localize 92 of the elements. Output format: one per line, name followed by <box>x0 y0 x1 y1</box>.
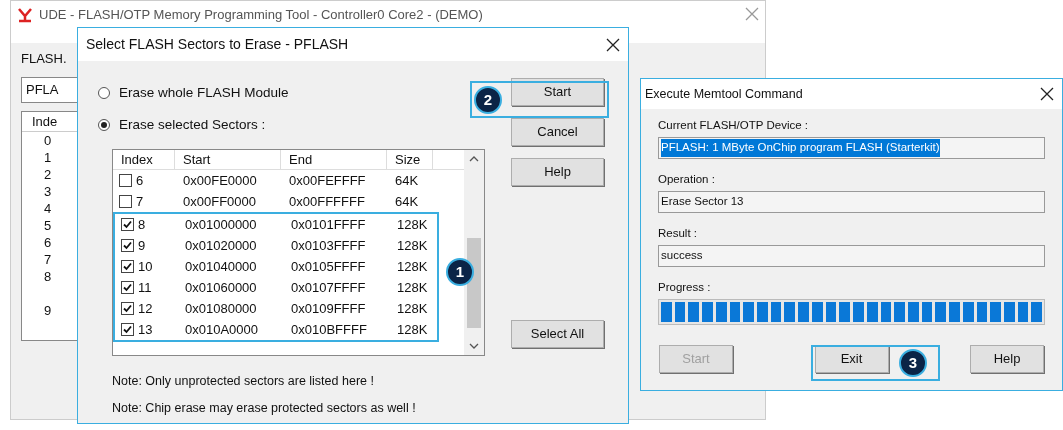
column-header[interactable]: Size <box>387 150 433 169</box>
dialog-title: Select FLASH Sectors to Erase - PFLASH <box>86 35 349 54</box>
table-cell-text: 64K <box>394 171 420 190</box>
table-cell-text: 9 <box>138 236 146 255</box>
table-cell-text: 64K <box>394 192 420 211</box>
table-cell-text: 0x01060000 <box>184 278 258 297</box>
table-cell-text: 0x0103FFFF <box>290 236 367 255</box>
scroll-up-icon[interactable] <box>469 156 479 162</box>
table-cell-text: 0x010A0000 <box>184 320 259 339</box>
row-index: 1 <box>43 148 53 166</box>
group-label: FLASH. <box>21 50 68 68</box>
radio-button[interactable] <box>98 87 110 99</box>
table-cell-text: 0x0107FFFF <box>290 278 367 297</box>
table-cell-text: 8 <box>138 215 146 234</box>
radio-button[interactable] <box>98 119 110 131</box>
table-cell-text: 6 <box>136 171 144 190</box>
check-icon <box>123 220 132 229</box>
table-cell-text: 0x00FEFFFF <box>288 171 367 190</box>
dialog-button[interactable]: Help <box>511 158 604 186</box>
row-index: 2 <box>43 165 53 183</box>
row-index: 7 <box>43 250 53 268</box>
table-cell-text: 128K <box>396 215 429 234</box>
field-label: Current FLASH/OTP Device : <box>658 118 809 134</box>
table-cell-text: 12 <box>138 299 153 318</box>
column-header[interactable]: End <box>281 150 387 169</box>
dialog-button[interactable]: Cancel <box>511 118 604 146</box>
checkbox[interactable] <box>121 281 134 294</box>
row-index: 0 <box>43 131 53 149</box>
row-index: 3 <box>43 182 53 200</box>
scrollbar[interactable] <box>464 150 484 355</box>
checkbox[interactable] <box>121 239 134 252</box>
check-icon <box>123 325 132 334</box>
note-text: Note: Chip erase may erase protected sectors as well ! <box>112 399 417 417</box>
table-cell-text: 13 <box>138 320 153 339</box>
table-cell-text: 0x00FF0000 <box>182 192 257 211</box>
table-cell-text: 0x00FFFFFF <box>288 192 366 211</box>
close-icon[interactable] <box>606 37 620 52</box>
note-text: Note: Only unprotected sectors are listed here ! <box>112 373 375 390</box>
table-cell-text: 0x00FE0000 <box>182 171 258 190</box>
table-cell-text: 7 <box>136 192 144 211</box>
table-cell-text: 128K <box>396 299 429 318</box>
check-icon <box>123 304 132 313</box>
checkbox[interactable] <box>121 323 134 336</box>
checkbox[interactable] <box>119 174 132 187</box>
row-index: 6 <box>43 233 53 251</box>
field-label: Operation : <box>658 172 716 188</box>
row-index: 9 <box>43 301 53 319</box>
row-index: 5 <box>43 216 53 234</box>
radio-label: Erase whole FLASH Module <box>119 83 289 102</box>
check-icon <box>123 241 132 250</box>
checkbox[interactable] <box>119 195 132 208</box>
row-index: 4 <box>43 199 53 217</box>
table-cell-text: 10 <box>138 257 153 276</box>
table-cell-text: 0x010BFFFF <box>290 320 368 339</box>
table-cell-text: 128K <box>396 320 429 339</box>
scroll-down-icon[interactable] <box>469 343 479 349</box>
table-cell-text: 0x01040000 <box>184 257 258 276</box>
field-label: Result : <box>658 226 698 242</box>
read-only-field[interactable]: success <box>658 245 1045 267</box>
table-cell-text: 11 <box>138 278 152 297</box>
dialog-button[interactable]: Help <box>970 345 1044 373</box>
app-icon <box>17 7 33 23</box>
table-cell-text: 0x01020000 <box>184 236 258 255</box>
progress-label: Progress : <box>658 280 712 296</box>
row-index: 8 <box>43 267 53 285</box>
radio-label: Erase selected Sectors : <box>119 115 266 134</box>
read-only-field[interactable]: PFLASH: 1 MByte OnChip program FLASH (Starterkit) <box>658 137 1045 159</box>
field-value: success <box>661 248 703 264</box>
table-cell-text: 0x0101FFFF <box>290 215 367 234</box>
dialog-title: Execute Memtool Command <box>645 85 803 103</box>
checkbox[interactable] <box>121 260 134 273</box>
column-header[interactable]: Start <box>175 150 281 169</box>
field-value: Erase Sector 13 <box>661 194 744 210</box>
table-cell-text: 128K <box>396 257 429 276</box>
table-cell-text: 0x0105FFFF <box>290 257 367 276</box>
close-icon[interactable] <box>1040 87 1054 101</box>
table-cell-text: 0x01000000 <box>184 215 258 234</box>
dialog-button[interactable]: Exit <box>814 345 889 373</box>
field-value: PFLASH: 1 MByte OnChip program FLASH (Starterkit) <box>661 139 940 157</box>
check-icon <box>123 283 132 292</box>
dialog-button[interactable]: Start <box>511 78 604 106</box>
window-title: UDE - FLASH/OTP Memory Programming Tool - Controller0 Core2 - (DEMO) <box>39 7 483 22</box>
checkbox[interactable] <box>121 218 134 231</box>
dialog-button[interactable]: Select All <box>511 320 604 348</box>
read-only-field[interactable]: Erase Sector 13 <box>658 191 1045 213</box>
check-icon <box>123 262 132 271</box>
table-cell-text: 0x0109FFFF <box>290 299 367 318</box>
table-cell-text: 128K <box>396 278 429 297</box>
checkbox[interactable] <box>121 302 134 315</box>
table-cell-text: 128K <box>396 236 429 255</box>
table-cell-text: 0x01080000 <box>184 299 258 318</box>
column-header[interactable]: Index <box>113 150 175 169</box>
